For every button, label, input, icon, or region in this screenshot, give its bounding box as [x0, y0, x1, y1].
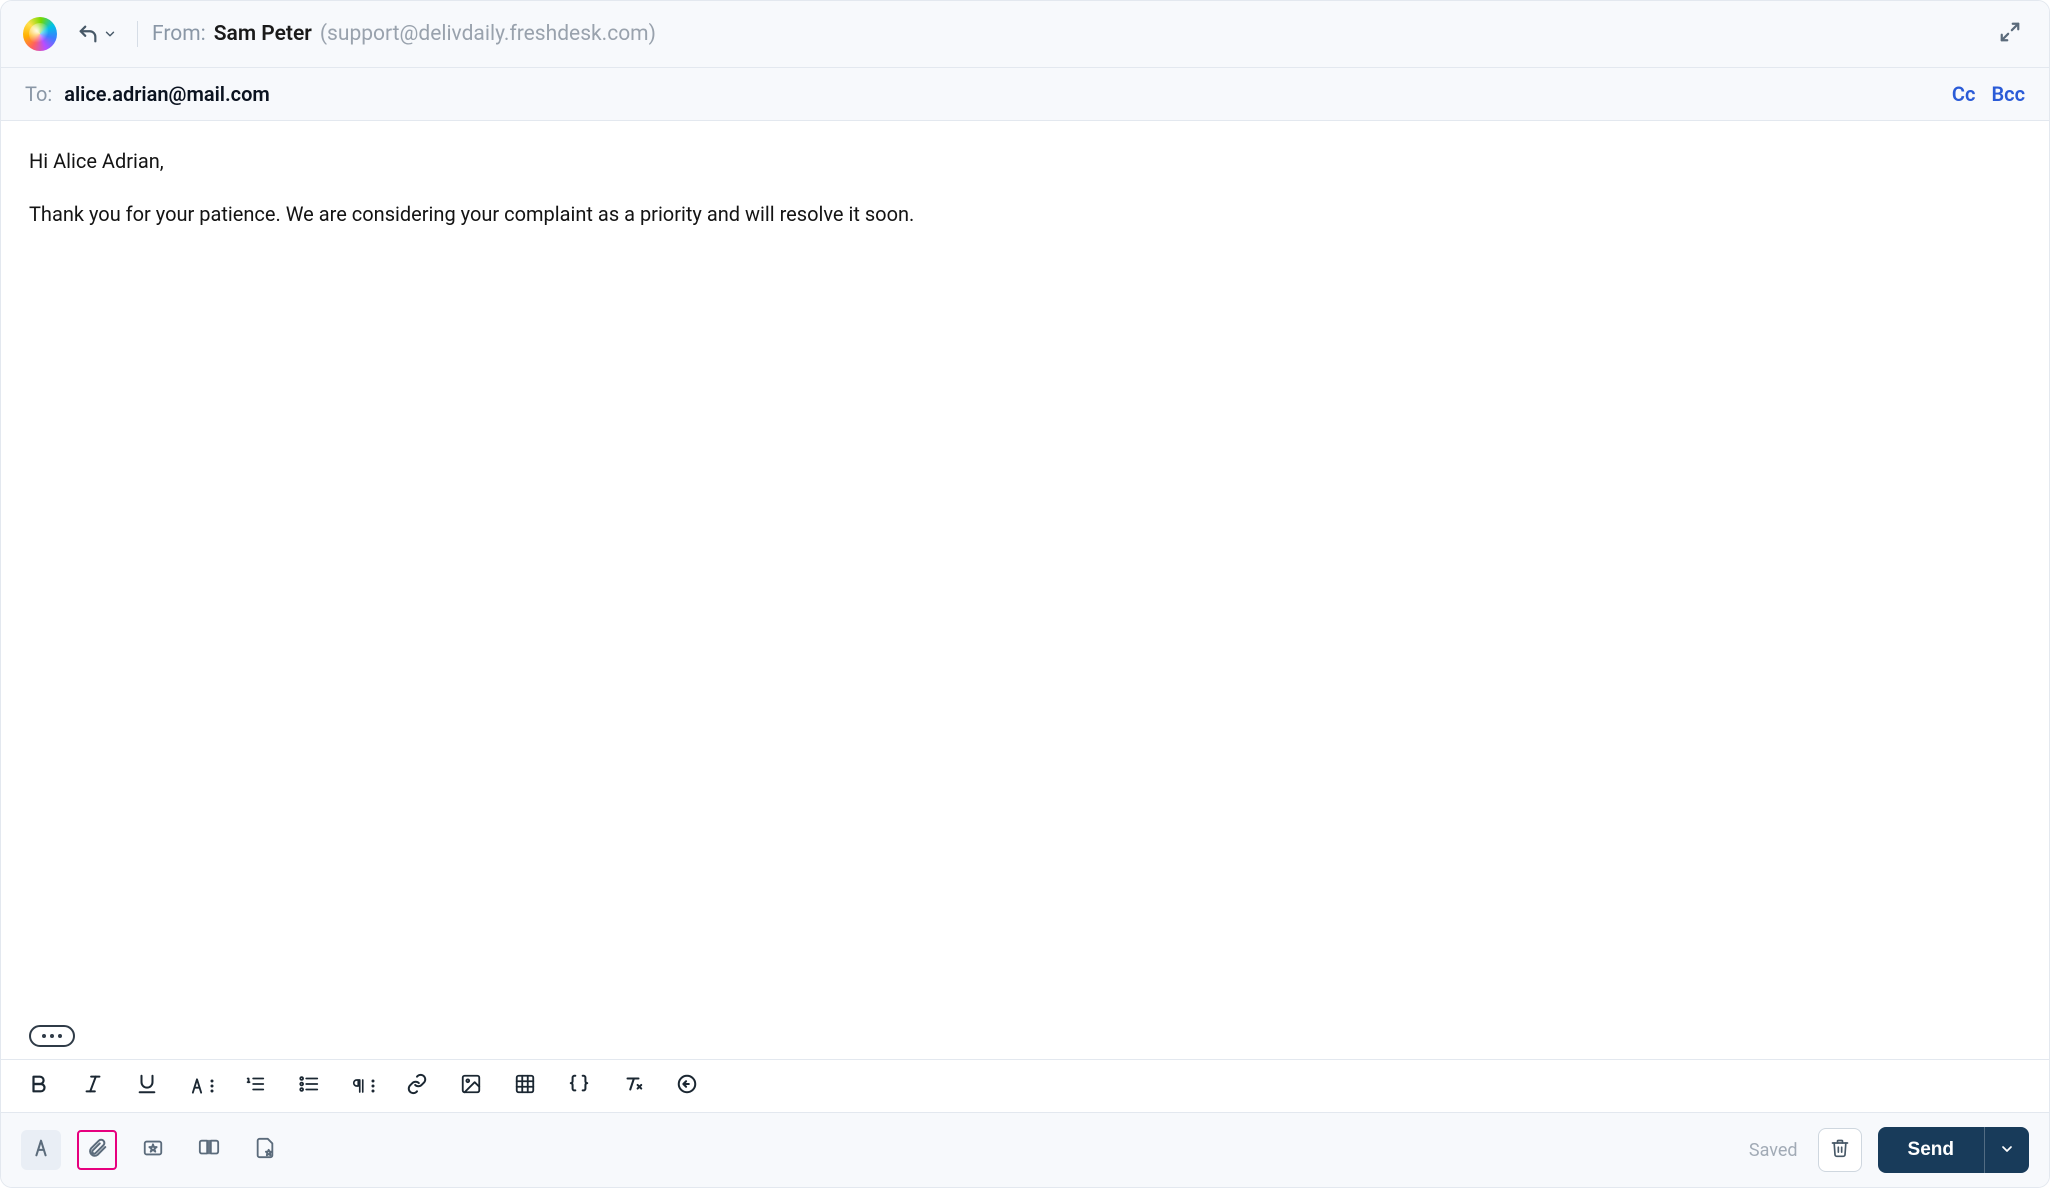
attach-file-button[interactable]	[77, 1130, 117, 1170]
to-row: To: alice.adrian@mail.com Cc Bcc	[1, 68, 2049, 121]
ordered-list-button[interactable]	[241, 1072, 269, 1100]
body-greeting: Hi Alice Adrian,	[29, 147, 2021, 176]
trash-icon	[1830, 1138, 1850, 1162]
action-bar: Saved Send	[1, 1112, 2049, 1187]
from-block[interactable]: From: Sam Peter (support@delivdaily.fres…	[152, 22, 656, 46]
from-row: From: Sam Peter (support@delivdaily.fres…	[1, 1, 2049, 68]
paragraph-format-icon	[350, 1077, 376, 1095]
clear-formatting-icon	[622, 1073, 644, 1099]
cc-button[interactable]: Cc	[1952, 82, 1976, 106]
reply-icon	[77, 23, 99, 45]
from-name: Sam Peter	[214, 22, 312, 46]
paragraph-format-button[interactable]	[349, 1072, 377, 1100]
attachment-icon	[86, 1137, 108, 1163]
body-paragraph: Thank you for your patience. We are cons…	[29, 200, 2021, 229]
code-icon	[567, 1073, 591, 1099]
canned-response-icon	[142, 1137, 164, 1163]
italic-icon	[82, 1073, 104, 1099]
unordered-list-button[interactable]	[295, 1072, 323, 1100]
text-color-icon	[187, 1076, 215, 1096]
chevron-down-icon	[103, 27, 117, 41]
insert-link-button[interactable]	[403, 1072, 431, 1100]
chevron-down-icon	[1999, 1141, 2015, 1160]
to-label: To:	[25, 82, 52, 106]
send-button[interactable]: Send	[1878, 1127, 1984, 1173]
show-trimmed-content-button[interactable]	[29, 1025, 75, 1047]
app-logo	[23, 17, 57, 51]
saved-status: Saved	[1749, 1140, 1798, 1161]
text-color-button[interactable]	[187, 1072, 215, 1100]
underline-button[interactable]	[133, 1072, 161, 1100]
unordered-list-icon	[298, 1073, 320, 1099]
insert-code-button[interactable]	[565, 1072, 593, 1100]
template-icon	[254, 1137, 276, 1163]
insert-table-button[interactable]	[511, 1072, 539, 1100]
toggle-formatting-button[interactable]	[21, 1130, 61, 1170]
formatting-toolbar	[1, 1059, 2049, 1112]
undo-button[interactable]	[673, 1072, 701, 1100]
expand-icon	[1999, 21, 2021, 47]
knowledge-base-button[interactable]	[189, 1130, 229, 1170]
divider	[137, 21, 138, 47]
knowledge-base-icon	[197, 1137, 221, 1163]
reply-type-dropdown[interactable]	[71, 19, 123, 49]
canned-response-button[interactable]	[133, 1130, 173, 1170]
bold-button[interactable]	[25, 1072, 53, 1100]
expand-button[interactable]	[1993, 15, 2027, 53]
link-icon	[406, 1073, 428, 1099]
insert-template-button[interactable]	[245, 1130, 285, 1170]
bcc-button[interactable]: Bcc	[1991, 82, 2025, 106]
from-label: From:	[152, 22, 206, 46]
italic-button[interactable]	[79, 1072, 107, 1100]
cc-bcc-group: Cc Bcc	[1952, 82, 2025, 106]
to-value[interactable]: alice.adrian@mail.com	[64, 82, 270, 106]
clear-formatting-button[interactable]	[619, 1072, 647, 1100]
table-icon	[514, 1073, 536, 1099]
send-group: Send	[1878, 1127, 2029, 1173]
image-icon	[460, 1073, 482, 1099]
send-options-button[interactable]	[1984, 1127, 2029, 1173]
reply-editor: From: Sam Peter (support@delivdaily.fres…	[0, 0, 2050, 1188]
font-style-icon	[30, 1137, 52, 1163]
ordered-list-icon	[244, 1073, 266, 1099]
message-body[interactable]: Hi Alice Adrian, Thank you for your pati…	[1, 121, 2049, 1059]
insert-image-button[interactable]	[457, 1072, 485, 1100]
from-email: (support@delivdaily.freshdesk.com)	[320, 22, 656, 46]
discard-draft-button[interactable]	[1818, 1128, 1862, 1172]
undo-icon	[676, 1073, 698, 1099]
bold-icon	[28, 1073, 50, 1099]
underline-icon	[136, 1073, 158, 1099]
